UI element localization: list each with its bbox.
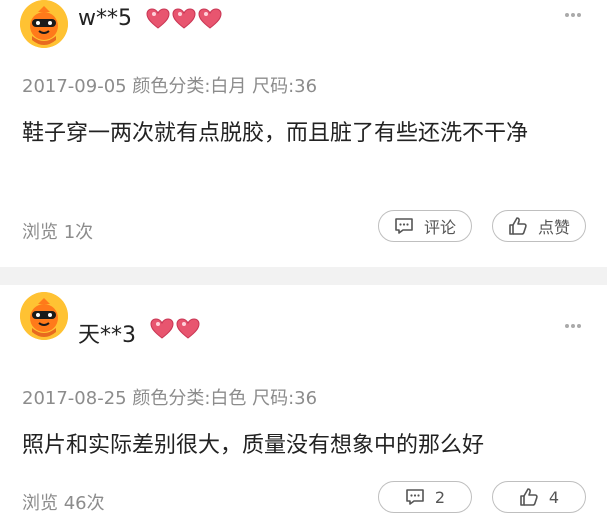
review-content: 鞋子穿一两次就有点脱胶，而且脏了有些还洗不干净 — [22, 121, 529, 146]
avatar[interactable] — [20, 292, 68, 340]
view-count: 浏览 46次 — [22, 493, 105, 514]
like-label: 点赞 — [537, 218, 570, 237]
thumbs-up-icon — [520, 488, 538, 506]
comment-button[interactable]: 评论 — [378, 210, 472, 242]
like-button[interactable]: 点赞 — [492, 210, 586, 242]
review-card: w**5 2017-09-05 颜色分类:白月 尺码:36 鞋子穿一两次就有点脱… — [0, 0, 607, 267]
mascot-icon — [20, 292, 68, 340]
comment-count: 2 — [434, 487, 446, 507]
username: 天**3 — [78, 323, 136, 348]
more-dots-icon[interactable] — [564, 323, 582, 329]
comment-icon — [395, 218, 413, 234]
comment-icon — [406, 489, 424, 505]
review-content: 照片和实际差别很大，质量没有想象中的那么好 — [22, 433, 485, 458]
comment-button[interactable]: 2 — [378, 481, 472, 513]
like-count: 4 — [548, 487, 560, 507]
card-separator — [0, 267, 607, 285]
heart-badge-icon — [150, 318, 200, 339]
like-button[interactable]: 4 — [492, 481, 586, 513]
thumbs-up-icon — [509, 217, 527, 235]
username: w**5 — [78, 6, 132, 31]
heart-badge-icon — [146, 8, 222, 29]
review-meta: 2017-08-25 颜色分类:白色 尺码:36 — [22, 388, 318, 409]
mascot-icon — [20, 0, 68, 48]
more-dots-icon[interactable] — [564, 12, 582, 18]
review-card: 天**3 2017-08-25 颜色分类:白色 尺码:36 照片和实际差别很大，… — [0, 285, 607, 532]
avatar[interactable] — [20, 0, 68, 48]
comment-label: 评论 — [423, 218, 456, 237]
review-meta: 2017-09-05 颜色分类:白月 尺码:36 — [22, 76, 318, 97]
view-count: 浏览 1次 — [22, 222, 94, 243]
